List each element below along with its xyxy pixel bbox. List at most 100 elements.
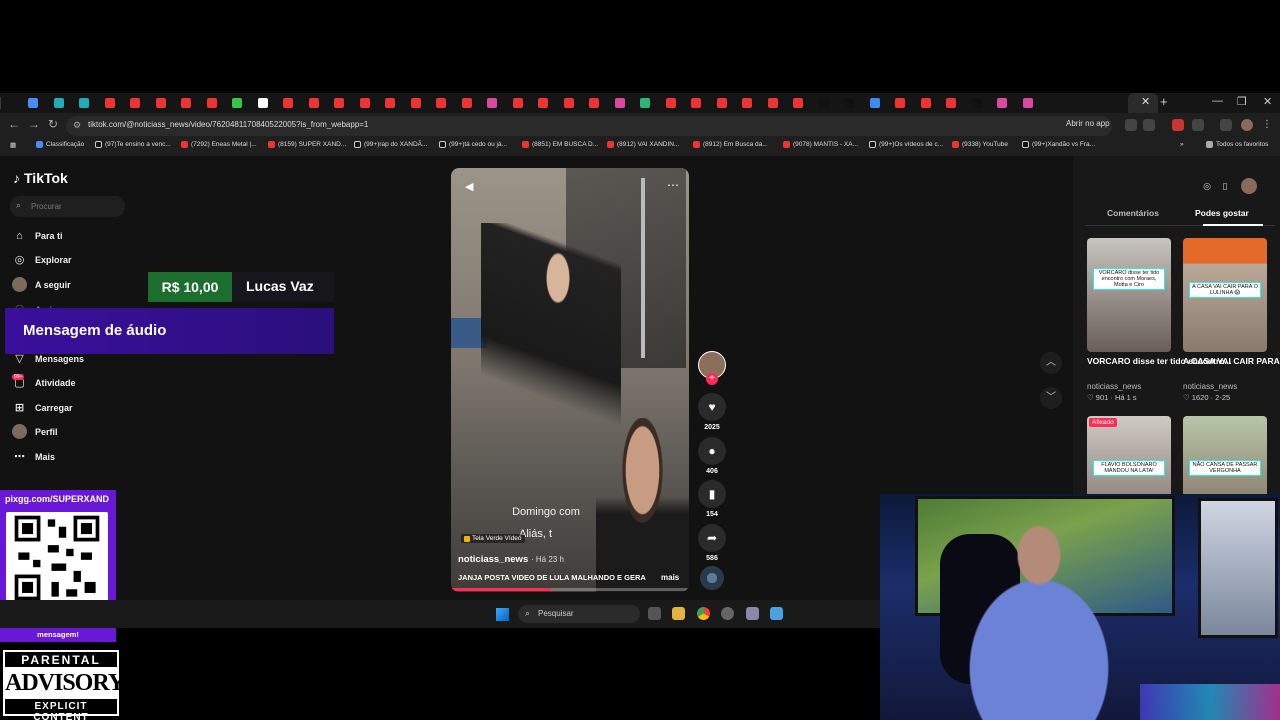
tab-favicon[interactable]	[232, 98, 242, 108]
tab-favicon[interactable]	[181, 98, 191, 108]
taskbar-search[interactable]: ⌕ Pesquisar	[518, 605, 640, 623]
tab-favicon[interactable]	[844, 98, 854, 108]
open-in-app-button[interactable]: Abrir no app	[1066, 119, 1110, 128]
translate-icon[interactable]	[1125, 119, 1137, 131]
sidebar-item-a-seguir[interactable]: A seguir	[12, 277, 71, 292]
sidebar-item-mais[interactable]: ⋯ Mais	[12, 449, 55, 464]
extension-icon[interactable]	[1172, 119, 1184, 131]
tab-favicon[interactable]	[920, 98, 931, 108]
tab-favicon[interactable]	[716, 98, 727, 108]
maximize-icon[interactable]: ❐	[1237, 95, 1247, 108]
forward-icon[interactable]: →	[28, 117, 40, 131]
tab-favicon[interactable]	[793, 98, 803, 108]
tab-comentarios[interactable]: Comentários	[1107, 208, 1159, 218]
tab-favicon[interactable]	[436, 98, 446, 108]
window-close-icon[interactable]: ✕	[1263, 95, 1272, 108]
sidebar-item-explorar[interactable]: ◎ Explorar	[12, 252, 72, 267]
tab-favicon[interactable]	[589, 98, 599, 108]
minimize-icon[interactable]: —	[1212, 95, 1223, 107]
tab-favicon[interactable]	[971, 98, 982, 108]
tab-podes-gostar[interactable]: Podes gostar	[1195, 208, 1249, 218]
video-options-icon[interactable]: ⋯	[667, 178, 679, 192]
site-info-icon[interactable]: ⚙	[73, 120, 81, 131]
video-player[interactable]: ◀ ⋯ Domingo com Aliás, t Tela Verde Víde…	[451, 168, 689, 592]
video-author[interactable]: noticiass_news	[1087, 382, 1141, 391]
tab-favicon[interactable]	[283, 98, 293, 108]
chrome-icon[interactable]	[697, 607, 710, 620]
tab-close-icon[interactable]: ✕	[1141, 95, 1150, 108]
settings-icon[interactable]	[746, 607, 759, 620]
tab-favicon[interactable]	[997, 98, 1007, 108]
tab-favicon[interactable]	[257, 98, 268, 108]
search-input[interactable]: ⌕ Procurar	[10, 196, 125, 217]
tab-favicon[interactable]	[767, 98, 778, 108]
tab-favicon[interactable]	[461, 98, 472, 108]
tab-favicon[interactable]	[640, 98, 650, 108]
comment-icon[interactable]: ●	[698, 437, 726, 465]
share-icon[interactable]: ➦	[698, 524, 726, 552]
address-bar[interactable]: ⚙ tiktok.com/@noticiass_news/video/76204…	[66, 116, 1112, 136]
tab-favicon[interactable]	[818, 98, 829, 108]
tab-favicon[interactable]	[28, 98, 38, 108]
bookmark-item[interactable]: (8912) Em Busca da...	[693, 141, 768, 148]
profile-avatar[interactable]	[1241, 119, 1253, 131]
bookmark-item[interactable]: (8912) VAI XANDIN...	[607, 141, 679, 148]
bookmark-icon[interactable]: ▮	[698, 480, 726, 508]
back-icon[interactable]: ←	[8, 117, 20, 131]
app-icon[interactable]	[721, 607, 734, 620]
bookmark-item[interactable]: (9078) MANTIS - XA...	[783, 141, 858, 148]
tab-favicon[interactable]	[104, 98, 115, 108]
url-text[interactable]: tiktok.com/@noticiass_news/video/7620481…	[88, 120, 368, 129]
chevron-up-icon[interactable]: ︿	[1040, 352, 1062, 374]
new-tab-icon[interactable]: +	[1160, 94, 1168, 109]
heart-icon[interactable]: ♥	[698, 393, 726, 421]
tab-list-chevron-icon[interactable]	[0, 97, 1, 109]
file-explorer-icon[interactable]	[672, 607, 685, 620]
compass-small-icon[interactable]: ◎	[1199, 178, 1215, 194]
bookmark-item[interactable]: (99+)rap do XANDÃ...	[354, 141, 427, 148]
video-progress-bar[interactable]	[451, 588, 689, 591]
bookmark-star-icon[interactable]	[1143, 119, 1155, 131]
bookmark-item[interactable]: (97)Te ensino a venc...	[95, 141, 171, 148]
tab-favicon[interactable]	[665, 98, 676, 108]
description-more-link[interactable]: mais	[661, 573, 679, 582]
video-tag[interactable]: Tela Verde Vídeo	[461, 534, 525, 543]
tab-favicon[interactable]	[614, 98, 625, 108]
bookmark-item[interactable]: (8159) SUPER XAND...	[268, 141, 346, 148]
reload-icon[interactable]: ↻	[48, 117, 58, 131]
tab-favicon[interactable]	[130, 98, 140, 108]
tab-favicon[interactable]	[53, 98, 64, 108]
app-icon[interactable]	[770, 607, 783, 620]
tab-favicon[interactable]	[512, 98, 523, 108]
tiktok-logo[interactable]: ♪ TikTok	[13, 170, 68, 186]
bookmark-item[interactable]: (99+)Os vídeos de c...	[869, 141, 943, 148]
sidebar-item-para-ti[interactable]: ⌂ Para ti	[12, 228, 62, 243]
tab-favicon[interactable]	[895, 98, 905, 108]
save-action[interactable]: ▮ 154	[698, 480, 726, 518]
tab-favicon[interactable]	[79, 98, 89, 108]
bookmark-item[interactable]: (99+)tá cedo ou já...	[439, 141, 507, 148]
tab-favicon[interactable]	[869, 98, 880, 108]
tab-favicon[interactable]	[1022, 98, 1033, 108]
video-title[interactable]: A CASA VAI CAIR PARA O LULINHA...	[1183, 356, 1280, 366]
all-favorites-folder[interactable]: Todos os favoritos	[1206, 141, 1268, 148]
tab-favicon[interactable]	[691, 98, 701, 108]
menu-kebab-icon[interactable]: ⋮	[1262, 119, 1274, 131]
device-icon[interactable]: ▯	[1217, 178, 1233, 194]
tab-favicon[interactable]	[308, 98, 319, 108]
comment-action[interactable]: ● 406	[698, 437, 726, 475]
task-view-icon[interactable]	[648, 607, 661, 620]
user-avatar[interactable]	[1241, 178, 1257, 194]
bookmark-item[interactable]: (8851) EM BUSCA D...	[522, 141, 598, 148]
sidebar-item-carregar[interactable]: ⊞ Carregar	[12, 400, 73, 415]
tab-favicon[interactable]	[359, 98, 370, 108]
tab-favicon[interactable]	[487, 98, 497, 108]
tab-favicon[interactable]	[410, 98, 421, 108]
bookmark-item[interactable]: (9338) YouTube	[952, 141, 1008, 148]
video-thumbnail[interactable]: A CASA VAI CAIR PARA O LULINHA 😱	[1183, 238, 1267, 352]
tab-favicon[interactable]	[946, 98, 956, 108]
mute-icon[interactable]: ◀	[465, 180, 473, 193]
bookmark-item[interactable]: (7292) Eneas Metal |...	[181, 141, 257, 148]
chevron-down-icon[interactable]: ﹀	[1040, 387, 1062, 409]
video-author[interactable]: noticiass_news	[1183, 382, 1237, 391]
